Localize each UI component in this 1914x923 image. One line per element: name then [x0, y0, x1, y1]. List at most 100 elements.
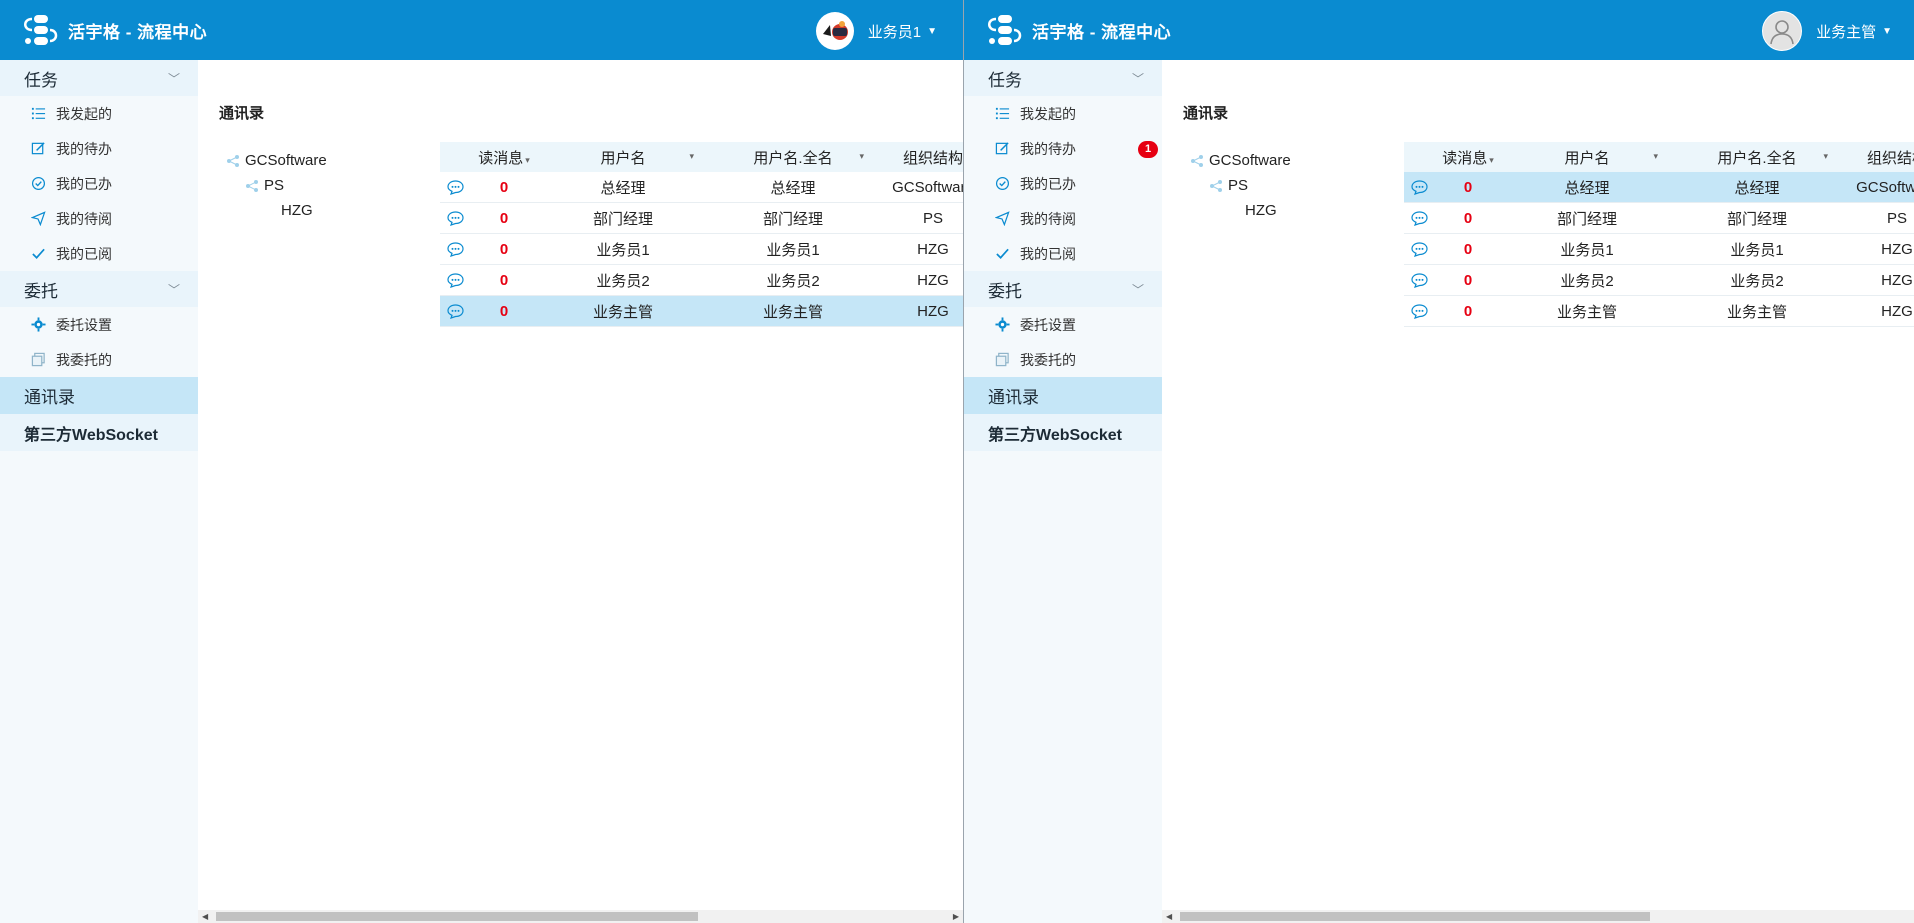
sidebar-item-websocket[interactable]: 第三方WebSocket [0, 414, 198, 451]
scroll-left-icon[interactable]: ◀ [202, 910, 208, 923]
chat-bubble-icon[interactable] [440, 241, 470, 257]
sidebar-group-entrust[interactable]: 委托 ﹀ [0, 271, 198, 307]
chevron-down-icon: ﹀ [1131, 282, 1144, 297]
cell-org: PS [1886, 209, 1907, 227]
sidebar-item-label: 通讯录 [24, 388, 75, 407]
tree-node-hzg[interactable]: HZG [226, 198, 327, 223]
scrollbar-thumb[interactable] [216, 912, 698, 921]
sidebar-item-my-entrust[interactable]: 我委托的 [964, 342, 1162, 377]
sidebar-item-todo[interactable]: 我的待办 1 [964, 131, 1162, 166]
sidebar-item-contacts[interactable]: 通讯录 [0, 377, 198, 414]
table-row[interactable]: 0 部门经理 部门经理 PS [440, 203, 963, 234]
header-user[interactable]: 用户名 ▾ [1502, 147, 1672, 168]
top-bar: 活宇格 - 流程中心 业务主管 ▼ [964, 0, 1914, 60]
header-org[interactable]: 组织结构 [878, 147, 963, 168]
scrollbar-thumb[interactable] [1180, 912, 1650, 921]
scroll-right-icon[interactable]: ▶ [953, 910, 959, 923]
header-fullname[interactable]: 用户名.全名 ▾ [1672, 147, 1842, 168]
brand[interactable]: 活宇格 - 流程中心 [20, 12, 207, 48]
scroll-left-icon[interactable]: ◀ [1166, 910, 1172, 923]
table-row-selected[interactable]: 0 总经理 总经理 GCSoftware [1404, 172, 1914, 203]
sidebar-item-read[interactable]: 我的已阅 [964, 236, 1162, 271]
main-content: 通讯录 GCSoftware PS HZG 读消息 ▾ 用户名 ▾ 用户名.全名… [1162, 60, 1914, 923]
cell-org: HZG [917, 271, 949, 289]
header-label: 组织结构 [1866, 149, 1914, 167]
chat-bubble-icon[interactable] [440, 210, 470, 226]
todo-count-badge: 1 [1138, 141, 1158, 158]
cell-read: 0 [1463, 209, 1473, 227]
tree-node-ps[interactable]: PS [1190, 173, 1291, 198]
horizontal-scrollbar[interactable]: ◀ [1162, 910, 1914, 923]
header-fullname[interactable]: 用户名.全名 ▾ [708, 147, 878, 168]
horizontal-scrollbar[interactable]: ◀ ▶ [198, 910, 963, 923]
gear-icon [30, 317, 46, 333]
cell-fullname: 业务主管 [1726, 303, 1787, 321]
sidebar-item-done[interactable]: 我的已办 [0, 166, 198, 201]
cell-user: 业务主管 [592, 303, 653, 321]
contacts-table: 读消息▾ 用户名▾ 用户名.全名▾ 组织结构 0 总经理 总经理 GCSoftw… [1404, 142, 1914, 327]
tree-node-hzg[interactable]: HZG [1190, 198, 1291, 223]
user-silhouette-icon [1770, 20, 1794, 45]
sidebar-item-done[interactable]: 我的已办 [964, 166, 1162, 201]
table-header: 读消息▾ 用户名▾ 用户名.全名▾ 组织结构 [1404, 142, 1914, 172]
header-label: 用户名.全名 [753, 149, 833, 167]
header-read[interactable]: 读消息 ▾ [470, 147, 538, 168]
sidebar-item-to-read[interactable]: 我的待阅 [964, 201, 1162, 236]
check-icon [30, 246, 46, 262]
table-row[interactable]: 0 总经理 总经理 GCSoftware [440, 172, 963, 203]
header-read[interactable]: 读消息 ▾ [1434, 147, 1502, 168]
brand[interactable]: 活宇格 - 流程中心 [984, 12, 1171, 48]
table-row[interactable]: 0 业务员1 业务员1 HZG [440, 234, 963, 265]
tree-node-ps[interactable]: PS [226, 173, 327, 198]
sidebar-item-to-read[interactable]: 我的待阅 [0, 201, 198, 236]
table-row-selected[interactable]: 0 业务主管 业务主管 HZG [440, 296, 963, 327]
sidebar-item-label: 我的待办 [56, 140, 112, 157]
sidebar-item-initiated[interactable]: 我发起的 [0, 96, 198, 131]
cell-org: HZG [917, 302, 949, 320]
avatar-image-icon [818, 15, 851, 47]
cell-user: 业务员2 [1560, 272, 1614, 290]
chat-bubble-icon[interactable] [1404, 303, 1434, 319]
table-row[interactable]: 0 业务员1 业务员1 HZG [1404, 234, 1914, 265]
tree-node-gcsoftware[interactable]: GCSoftware [1190, 148, 1291, 173]
cell-org: GCSoftware [1856, 178, 1914, 196]
sidebar-item-entrust-settings[interactable]: 委托设置 [0, 307, 198, 342]
tree-node-label: GCSoftware [245, 152, 327, 169]
sidebar-item-entrust-settings[interactable]: 委托设置 [964, 307, 1162, 342]
table-row[interactable]: 0 业务主管 业务主管 HZG [1404, 296, 1914, 327]
sidebar-item-initiated[interactable]: 我发起的 [964, 96, 1162, 131]
chat-bubble-icon[interactable] [1404, 241, 1434, 257]
table-row[interactable]: 0 部门经理 部门经理 PS [1404, 203, 1914, 234]
sidebar-item-read[interactable]: 我的已阅 [0, 236, 198, 271]
table-row[interactable]: 0 业务员2 业务员2 HZG [440, 265, 963, 296]
chat-bubble-icon[interactable] [1404, 272, 1434, 288]
contacts-table: 读消息▾ 用户名▾ 用户名.全名▾ 组织结构 0 总经理 总经理 GCSoftw… [440, 142, 963, 327]
chat-bubble-icon[interactable] [440, 272, 470, 288]
sidebar-item-todo[interactable]: 我的待办 [0, 131, 198, 166]
user-menu[interactable]: 业务员1 ▼ [815, 12, 937, 50]
user-menu[interactable]: 业务主管 ▼ [1762, 11, 1892, 51]
logo-icon [24, 15, 58, 45]
page-title: 通讯录 [1183, 105, 1229, 122]
header-label: 用户名 [1564, 149, 1610, 167]
avatar [1762, 11, 1803, 51]
sidebar-group-tasks[interactable]: 任务 ﹀ [964, 60, 1162, 96]
header-user[interactable]: 用户名 ▾ [538, 147, 708, 168]
chat-bubble-icon[interactable] [1404, 210, 1434, 226]
cell-read: 0 [1463, 271, 1473, 289]
sidebar-item-websocket[interactable]: 第三方WebSocket [964, 414, 1162, 451]
header-org[interactable]: 组织结构 [1842, 147, 1914, 168]
cell-fullname: 总经理 [770, 179, 816, 197]
sidebar-group-tasks[interactable]: 任务 ﹀ [0, 60, 198, 96]
chat-bubble-icon[interactable] [1404, 179, 1434, 195]
chat-bubble-icon[interactable] [440, 303, 470, 319]
sidebar-item-contacts[interactable]: 通讯录 [964, 377, 1162, 414]
chat-bubble-icon[interactable] [440, 179, 470, 195]
header-label: 读消息 [478, 149, 524, 167]
table-row[interactable]: 0 业务员2 业务员2 HZG [1404, 265, 1914, 296]
avatar [815, 12, 854, 50]
sidebar-group-entrust[interactable]: 委托 ﹀ [964, 271, 1162, 307]
tree-node-gcsoftware[interactable]: GCSoftware [226, 148, 327, 173]
check-circle-icon [30, 176, 46, 192]
sidebar-item-my-entrust[interactable]: 我委托的 [0, 342, 198, 377]
